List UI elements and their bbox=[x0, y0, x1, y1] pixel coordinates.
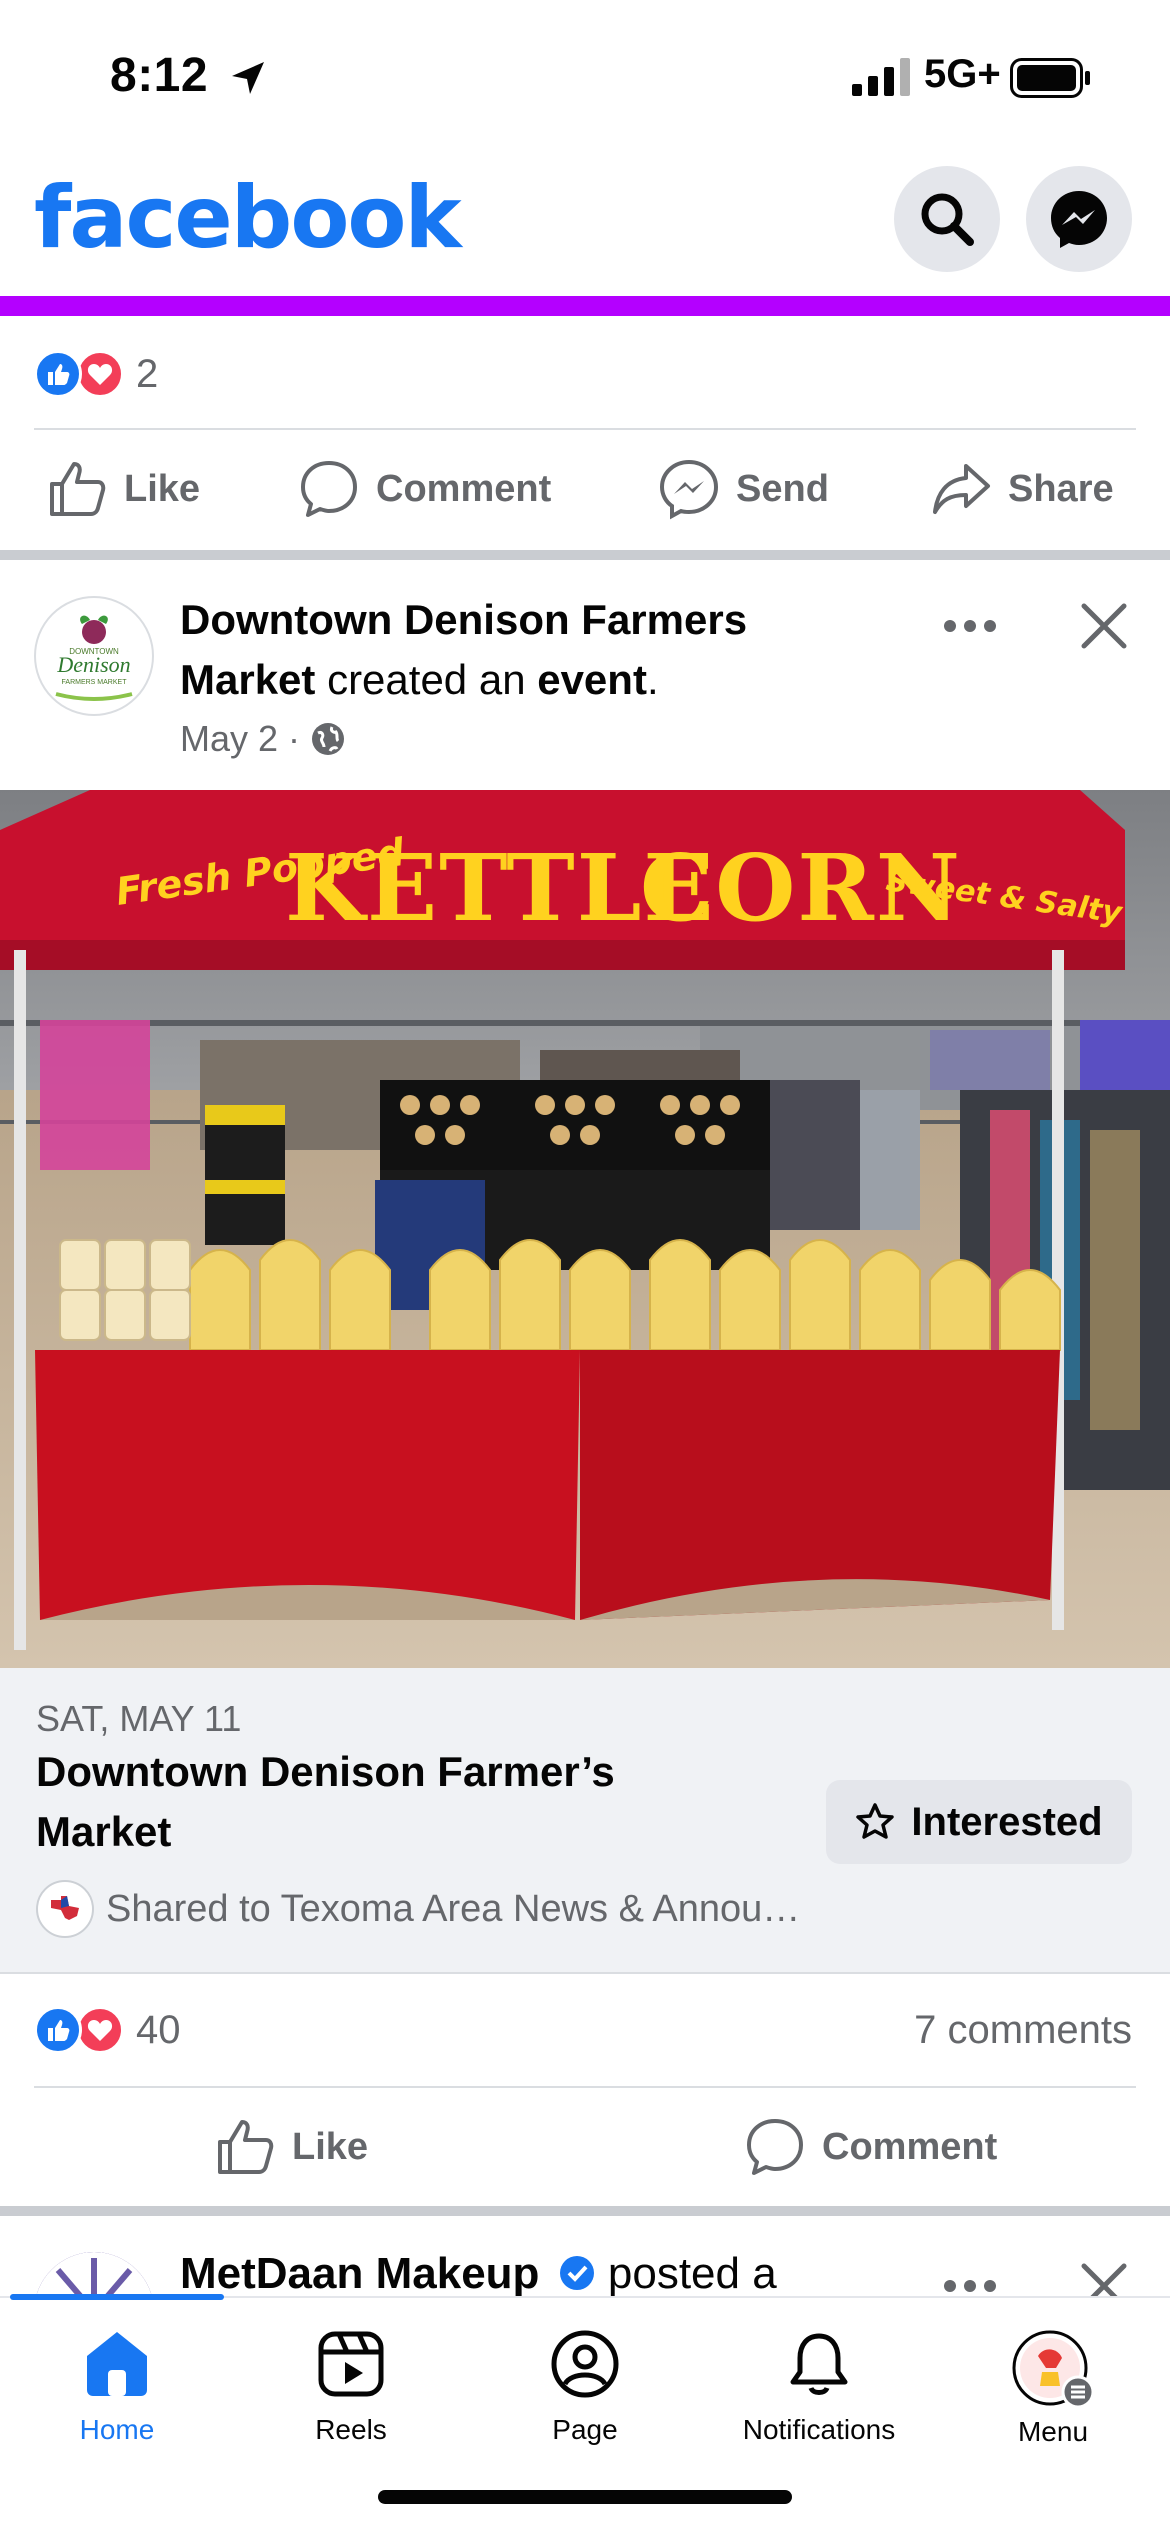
post-like-button[interactable]: Like bbox=[214, 2116, 368, 2178]
like-label: Like bbox=[124, 467, 201, 510]
messenger-button[interactable] bbox=[1026, 166, 1132, 272]
messenger-icon bbox=[1051, 191, 1107, 248]
globe-icon bbox=[312, 723, 345, 755]
tab-menu-label: Menu bbox=[1017, 2416, 1089, 2447]
active-tab-indicator bbox=[10, 2294, 224, 2300]
post-separator bbox=[0, 2206, 1170, 2216]
more-dots-icon bbox=[944, 620, 996, 632]
share-label: Share bbox=[1008, 467, 1114, 510]
tab-reels[interactable]: Reels bbox=[234, 2328, 468, 2446]
thumbs-up-icon bbox=[50, 462, 106, 516]
page-name-line1[interactable]: Downtown Denison Farmers bbox=[180, 596, 747, 643]
group-avatar bbox=[36, 1880, 94, 1938]
tab-reels-label: Reels bbox=[315, 2414, 387, 2445]
signal-icon bbox=[852, 58, 910, 96]
comment-button[interactable]: Comment bbox=[298, 458, 551, 520]
verified-badge-icon bbox=[559, 2256, 594, 2290]
like-button[interactable]: Like bbox=[46, 458, 200, 520]
shared-to-group[interactable]: Shared to Texoma Area News & Annou… bbox=[36, 1880, 800, 1938]
meta-separator: · bbox=[288, 718, 301, 759]
shared-text: Shared to Texoma Area News & Annou… bbox=[106, 1887, 801, 1930]
love-reaction-icon bbox=[76, 350, 124, 398]
texas-flag-icon bbox=[51, 1896, 79, 1920]
next-post-title: MetDaan Makeup posted a bbox=[180, 2246, 777, 2302]
post-period: . bbox=[646, 656, 659, 703]
like-reaction-icon bbox=[34, 2006, 82, 2054]
accent-bar bbox=[0, 296, 1170, 316]
farmers-market-logo: DOWNTOWN Denison FARMERS MARKET bbox=[37, 599, 151, 713]
post-date[interactable]: May 2 bbox=[180, 718, 278, 760]
menu-avatar-icon bbox=[1012, 2330, 1095, 2408]
network-type: 5G+ bbox=[924, 52, 1001, 96]
close-icon bbox=[1081, 603, 1127, 649]
post-separator bbox=[0, 550, 1170, 560]
post-verb: created an bbox=[315, 656, 538, 703]
comment-label: Comment bbox=[376, 467, 552, 510]
search-button[interactable] bbox=[894, 166, 1000, 272]
avatar-bottom-text: FARMERS MARKET bbox=[62, 679, 128, 686]
home-icon bbox=[87, 2332, 147, 2396]
event-photo[interactable]: Fresh Popped KETTLE CORN Sweet & Salty bbox=[0, 790, 1170, 1668]
hide-post-button[interactable] bbox=[1078, 600, 1130, 652]
reaction-count: 2 bbox=[136, 351, 159, 396]
post-comment-button[interactable]: Comment bbox=[744, 2116, 997, 2178]
thumbs-up-icon bbox=[218, 2120, 274, 2174]
battery-icon bbox=[1010, 58, 1090, 98]
comments-count[interactable]: 7 comments bbox=[914, 2008, 1132, 2053]
messenger-outline-icon bbox=[659, 459, 719, 520]
tab-notifications[interactable]: Notifications bbox=[702, 2328, 936, 2446]
kettle-corn-booth-image: Fresh Popped KETTLE CORN Sweet & Salty bbox=[0, 790, 1170, 1668]
post-object-link[interactable]: event bbox=[537, 656, 647, 703]
love-reaction-icon bbox=[76, 2006, 124, 2054]
event-title[interactable]: Downtown Denison Farmer’s Market bbox=[36, 1742, 615, 1862]
next-post-verb: posted a bbox=[607, 2249, 777, 2298]
tab-home-label: Home bbox=[79, 2414, 155, 2445]
search-icon bbox=[921, 193, 974, 246]
tab-menu[interactable]: Menu bbox=[936, 2328, 1170, 2448]
avatar-script-text: Denison bbox=[56, 652, 130, 677]
page-name-line2[interactable]: Market bbox=[180, 656, 315, 703]
event-title-line2: Market bbox=[36, 1808, 172, 1855]
comment-icon bbox=[747, 2119, 803, 2175]
more-options-button[interactable] bbox=[940, 606, 1000, 646]
like-reaction-icon bbox=[34, 350, 82, 398]
post-title: Downtown Denison Farmers Market created … bbox=[180, 590, 940, 710]
post-comment-label: Comment bbox=[822, 2125, 998, 2168]
tab-page[interactable]: Page bbox=[468, 2328, 702, 2446]
reaction-summary[interactable]: 2 bbox=[34, 350, 158, 398]
event-title-line1: Downtown Denison Farmer’s bbox=[36, 1748, 615, 1795]
divider bbox=[34, 428, 1136, 430]
divider bbox=[34, 2086, 1136, 2088]
star-icon bbox=[856, 1803, 895, 1839]
share-icon bbox=[933, 464, 990, 514]
status-time: 8:12 bbox=[110, 49, 209, 102]
location-arrow-icon bbox=[232, 62, 264, 94]
send-label: Send bbox=[736, 467, 829, 510]
interested-button[interactable]: Interested bbox=[826, 1780, 1132, 1864]
home-indicator[interactable] bbox=[378, 2490, 792, 2504]
post-like-label: Like bbox=[292, 2125, 369, 2168]
post-reaction-count: 40 bbox=[136, 2007, 181, 2052]
comment-icon bbox=[301, 461, 357, 517]
page-avatar[interactable]: DOWNTOWN Denison FARMERS MARKET bbox=[34, 596, 154, 716]
facebook-logo: facebook bbox=[34, 168, 462, 268]
next-post-name[interactable]: MetDaan Makeup bbox=[180, 2249, 539, 2298]
tab-page-label: Page bbox=[552, 2414, 618, 2445]
send-button[interactable]: Send bbox=[658, 458, 829, 520]
event-date: SAT, MAY 11 bbox=[36, 1698, 242, 1739]
interested-label: Interested bbox=[911, 1799, 1103, 1844]
tab-notifications-label: Notifications bbox=[742, 2414, 896, 2445]
bell-icon bbox=[790, 2333, 848, 2395]
share-button[interactable]: Share bbox=[930, 458, 1114, 520]
post-reaction-summary[interactable]: 40 bbox=[34, 2006, 181, 2054]
page-icon bbox=[551, 2330, 619, 2398]
tab-home[interactable]: Home bbox=[0, 2328, 234, 2446]
reels-icon bbox=[318, 2331, 384, 2397]
post-meta: May 2 · bbox=[180, 718, 346, 760]
